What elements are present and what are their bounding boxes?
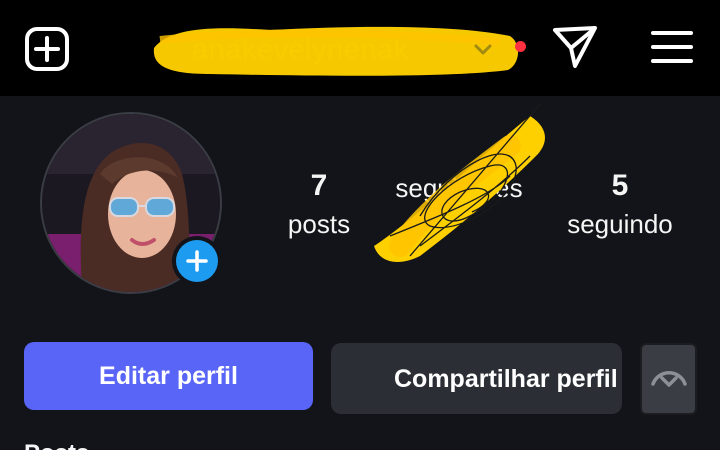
menu-button[interactable] (646, 24, 698, 70)
scribble-redaction (374, 103, 545, 262)
new-post-button[interactable] (22, 24, 72, 74)
top-bar: anakevelynenak (0, 0, 720, 96)
profile-avatar[interactable] (40, 112, 222, 294)
chevron-down-icon (650, 371, 687, 387)
hamburger-menu-icon (651, 31, 693, 63)
plus-square-icon (25, 27, 69, 71)
edit-profile-button[interactable]: Editar perfil (24, 342, 313, 410)
plus-icon (186, 250, 208, 272)
following-count: 5 (611, 169, 629, 202)
notification-dot (515, 41, 526, 52)
yellow-redaction (153, 26, 519, 76)
discover-people-button[interactable] (640, 343, 697, 415)
following-stat[interactable]: 5 seguindo (545, 168, 695, 244)
chevron-down-icon (474, 44, 492, 55)
add-story-badge (176, 240, 218, 282)
paper-plane-icon (553, 26, 597, 68)
add-story-button[interactable] (172, 236, 222, 286)
share-profile-button[interactable]: Compartilhar perfil (331, 343, 622, 414)
username-switcher[interactable]: anakevelynenak (150, 20, 530, 80)
direct-message-button[interactable] (548, 22, 602, 72)
following-label: seguindo (567, 209, 673, 239)
posts-section-label: Posts (24, 440, 89, 450)
